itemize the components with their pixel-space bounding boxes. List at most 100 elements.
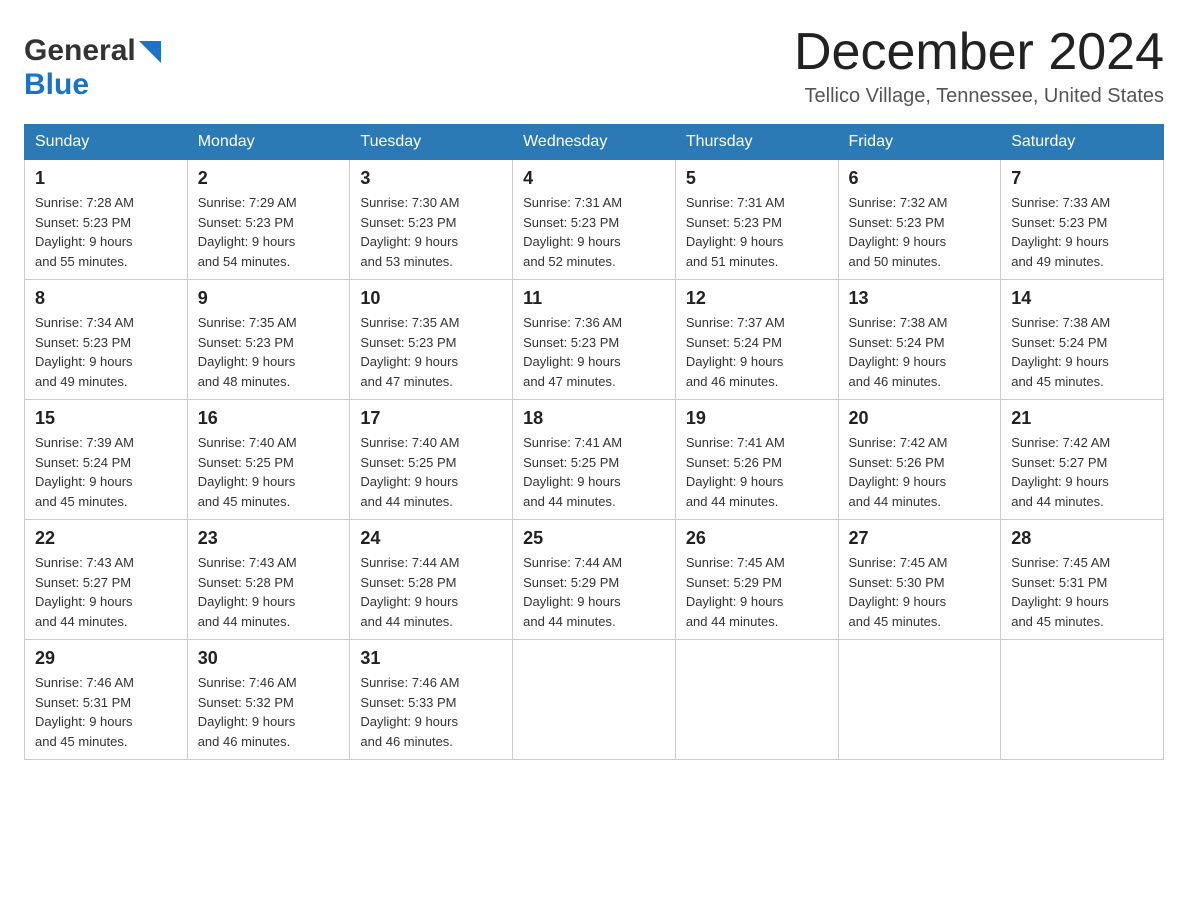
day-number: 1 [35,168,177,189]
calendar-week-row: 8 Sunrise: 7:34 AMSunset: 5:23 PMDayligh… [25,280,1164,400]
day-number: 22 [35,528,177,549]
col-header-tuesday: Tuesday [350,125,513,160]
day-number: 3 [360,168,502,189]
calendar-cell [838,640,1001,760]
calendar-cell: 15 Sunrise: 7:39 AMSunset: 5:24 PMDaylig… [25,400,188,520]
day-info: Sunrise: 7:33 AMSunset: 5:23 PMDaylight:… [1011,195,1110,269]
day-info: Sunrise: 7:34 AMSunset: 5:23 PMDaylight:… [35,315,134,389]
day-info: Sunrise: 7:43 AMSunset: 5:27 PMDaylight:… [35,555,134,629]
day-number: 10 [360,288,502,309]
day-info: Sunrise: 7:29 AMSunset: 5:23 PMDaylight:… [198,195,297,269]
day-info: Sunrise: 7:45 AMSunset: 5:30 PMDaylight:… [849,555,948,629]
day-info: Sunrise: 7:40 AMSunset: 5:25 PMDaylight:… [198,435,297,509]
day-info: Sunrise: 7:46 AMSunset: 5:31 PMDaylight:… [35,675,134,749]
calendar-cell: 12 Sunrise: 7:37 AMSunset: 5:24 PMDaylig… [675,280,838,400]
calendar-cell: 10 Sunrise: 7:35 AMSunset: 5:23 PMDaylig… [350,280,513,400]
day-number: 27 [849,528,991,549]
calendar-cell [1001,640,1164,760]
logo-arrow-icon [139,41,161,63]
calendar-cell [513,640,676,760]
day-info: Sunrise: 7:41 AMSunset: 5:25 PMDaylight:… [523,435,622,509]
day-number: 12 [686,288,828,309]
calendar-cell: 19 Sunrise: 7:41 AMSunset: 5:26 PMDaylig… [675,400,838,520]
calendar-cell: 17 Sunrise: 7:40 AMSunset: 5:25 PMDaylig… [350,400,513,520]
logo-blue-text: Blue [24,68,89,101]
day-info: Sunrise: 7:45 AMSunset: 5:29 PMDaylight:… [686,555,785,629]
calendar-week-row: 15 Sunrise: 7:39 AMSunset: 5:24 PMDaylig… [25,400,1164,520]
calendar-week-row: 22 Sunrise: 7:43 AMSunset: 5:27 PMDaylig… [25,520,1164,640]
day-info: Sunrise: 7:45 AMSunset: 5:31 PMDaylight:… [1011,555,1110,629]
day-number: 8 [35,288,177,309]
calendar-cell: 30 Sunrise: 7:46 AMSunset: 5:32 PMDaylig… [187,640,350,760]
calendar-cell: 28 Sunrise: 7:45 AMSunset: 5:31 PMDaylig… [1001,520,1164,640]
calendar-cell: 4 Sunrise: 7:31 AMSunset: 5:23 PMDayligh… [513,160,676,280]
title-section: December 2024 Tellico Village, Tennessee… [794,24,1164,108]
calendar-cell [675,640,838,760]
day-number: 4 [523,168,665,189]
day-info: Sunrise: 7:40 AMSunset: 5:25 PMDaylight:… [360,435,459,509]
day-number: 31 [360,648,502,669]
day-number: 26 [686,528,828,549]
calendar-week-row: 1 Sunrise: 7:28 AMSunset: 5:23 PMDayligh… [25,160,1164,280]
day-info: Sunrise: 7:44 AMSunset: 5:28 PMDaylight:… [360,555,459,629]
calendar-cell: 23 Sunrise: 7:43 AMSunset: 5:28 PMDaylig… [187,520,350,640]
day-info: Sunrise: 7:35 AMSunset: 5:23 PMDaylight:… [360,315,459,389]
day-number: 18 [523,408,665,429]
calendar-cell: 13 Sunrise: 7:38 AMSunset: 5:24 PMDaylig… [838,280,1001,400]
calendar-cell: 9 Sunrise: 7:35 AMSunset: 5:23 PMDayligh… [187,280,350,400]
day-number: 11 [523,288,665,309]
day-number: 23 [198,528,340,549]
day-number: 25 [523,528,665,549]
page-header: General Blue December 2024 Tellico Villa… [24,24,1164,108]
day-info: Sunrise: 7:43 AMSunset: 5:28 PMDaylight:… [198,555,297,629]
day-number: 13 [849,288,991,309]
col-header-saturday: Saturday [1001,125,1164,160]
col-header-thursday: Thursday [675,125,838,160]
calendar-cell: 26 Sunrise: 7:45 AMSunset: 5:29 PMDaylig… [675,520,838,640]
day-number: 9 [198,288,340,309]
day-info: Sunrise: 7:38 AMSunset: 5:24 PMDaylight:… [1011,315,1110,389]
calendar-cell: 27 Sunrise: 7:45 AMSunset: 5:30 PMDaylig… [838,520,1001,640]
calendar-table: SundayMondayTuesdayWednesdayThursdayFrid… [24,124,1164,760]
day-number: 17 [360,408,502,429]
day-info: Sunrise: 7:36 AMSunset: 5:23 PMDaylight:… [523,315,622,389]
logo-general-text: General [24,34,136,68]
calendar-cell: 8 Sunrise: 7:34 AMSunset: 5:23 PMDayligh… [25,280,188,400]
day-number: 28 [1011,528,1153,549]
day-info: Sunrise: 7:37 AMSunset: 5:24 PMDaylight:… [686,315,785,389]
calendar-cell: 21 Sunrise: 7:42 AMSunset: 5:27 PMDaylig… [1001,400,1164,520]
calendar-cell: 24 Sunrise: 7:44 AMSunset: 5:28 PMDaylig… [350,520,513,640]
day-info: Sunrise: 7:31 AMSunset: 5:23 PMDaylight:… [523,195,622,269]
day-info: Sunrise: 7:30 AMSunset: 5:23 PMDaylight:… [360,195,459,269]
day-number: 14 [1011,288,1153,309]
day-number: 21 [1011,408,1153,429]
calendar-cell: 1 Sunrise: 7:28 AMSunset: 5:23 PMDayligh… [25,160,188,280]
logo: General Blue [24,34,161,102]
calendar-cell: 3 Sunrise: 7:30 AMSunset: 5:23 PMDayligh… [350,160,513,280]
calendar-cell: 6 Sunrise: 7:32 AMSunset: 5:23 PMDayligh… [838,160,1001,280]
day-info: Sunrise: 7:35 AMSunset: 5:23 PMDaylight:… [198,315,297,389]
location-title: Tellico Village, Tennessee, United State… [794,85,1164,108]
calendar-header-row: SundayMondayTuesdayWednesdayThursdayFrid… [25,125,1164,160]
day-info: Sunrise: 7:31 AMSunset: 5:23 PMDaylight:… [686,195,785,269]
day-number: 30 [198,648,340,669]
calendar-cell: 22 Sunrise: 7:43 AMSunset: 5:27 PMDaylig… [25,520,188,640]
day-info: Sunrise: 7:44 AMSunset: 5:29 PMDaylight:… [523,555,622,629]
calendar-cell: 29 Sunrise: 7:46 AMSunset: 5:31 PMDaylig… [25,640,188,760]
calendar-cell: 20 Sunrise: 7:42 AMSunset: 5:26 PMDaylig… [838,400,1001,520]
day-info: Sunrise: 7:41 AMSunset: 5:26 PMDaylight:… [686,435,785,509]
calendar-cell: 16 Sunrise: 7:40 AMSunset: 5:25 PMDaylig… [187,400,350,520]
day-number: 24 [360,528,502,549]
day-number: 6 [849,168,991,189]
day-number: 15 [35,408,177,429]
day-number: 7 [1011,168,1153,189]
day-number: 5 [686,168,828,189]
col-header-monday: Monday [187,125,350,160]
calendar-cell: 18 Sunrise: 7:41 AMSunset: 5:25 PMDaylig… [513,400,676,520]
day-number: 20 [849,408,991,429]
col-header-sunday: Sunday [25,125,188,160]
day-info: Sunrise: 7:46 AMSunset: 5:33 PMDaylight:… [360,675,459,749]
col-header-friday: Friday [838,125,1001,160]
calendar-cell: 14 Sunrise: 7:38 AMSunset: 5:24 PMDaylig… [1001,280,1164,400]
calendar-week-row: 29 Sunrise: 7:46 AMSunset: 5:31 PMDaylig… [25,640,1164,760]
